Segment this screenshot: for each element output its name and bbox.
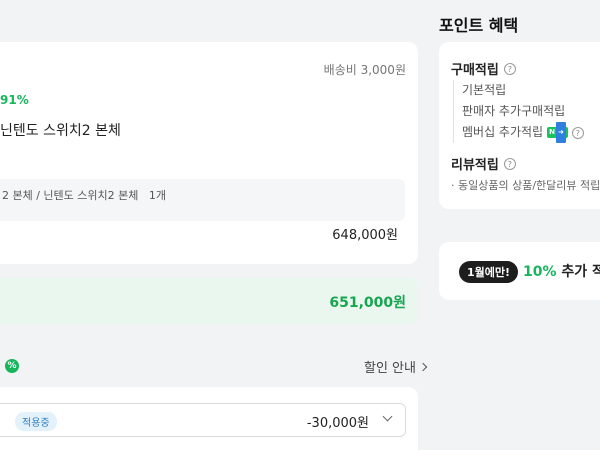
list-item: 판매자 추가구매적립 bbox=[462, 101, 584, 122]
option-text: 2 본체 / 닌텐도 스위치2 본체 1개 bbox=[2, 189, 167, 202]
purchase-points-list: 기본적립 판매자 추가구매적립 멤버십 추가적립 N ➜ ? bbox=[453, 80, 584, 143]
chevron-down-icon[interactable] bbox=[382, 411, 393, 422]
total-amount-bar: 651,000원 bbox=[0, 278, 418, 324]
option-qty: 1개 bbox=[148, 189, 167, 202]
coupon-select[interactable]: 적용중 -30,000원 bbox=[0, 403, 406, 437]
percent-icon: % bbox=[5, 359, 19, 373]
discount-guide-label: 할인 안내 bbox=[364, 361, 416, 376]
item-price: 648,000원 bbox=[332, 228, 398, 243]
shipping-fee: 배송비 3,000원 bbox=[323, 63, 406, 77]
basic-points-label: 기본적립 bbox=[462, 83, 507, 97]
point-benefit-title: 포인트 혜택 bbox=[439, 16, 519, 35]
help-icon[interactable]: ? bbox=[571, 126, 584, 139]
point-benefit-card: 구매적립 ? 기본적립 판매자 추가구매적립 멤버십 추가적립 N ➜ ? 리뷰적… bbox=[439, 42, 600, 209]
coupon-amount: -30,000원 bbox=[306, 416, 369, 431]
list-item: 기본적립 bbox=[462, 80, 584, 101]
list-item: 멤버십 추가적립 N ➜ ? bbox=[462, 122, 584, 143]
discount-guide-link[interactable]: 할인 안내 bbox=[364, 357, 428, 376]
seller-points-label: 판매자 추가구매적립 bbox=[462, 104, 566, 118]
review-points-note: · 동일상품의 상품/한달리뷰 적립 bbox=[451, 179, 600, 192]
promo-highlight: 10% bbox=[523, 264, 557, 280]
chevron-right-icon bbox=[418, 362, 428, 371]
help-icon[interactable]: ? bbox=[503, 157, 516, 170]
promo-pill: 1월에만! bbox=[459, 261, 519, 283]
review-points-label: 리뷰적립 bbox=[451, 158, 499, 173]
applied-badge: 적용중 bbox=[15, 412, 57, 431]
discount-rate: 91% bbox=[0, 93, 29, 107]
arrow-right-icon: ➜ bbox=[555, 122, 566, 143]
naver-membership-badge: N ➜ bbox=[547, 122, 568, 143]
coupon-card: 적용중 -30,000원 bbox=[0, 387, 418, 450]
promo-banner[interactable]: 1월에만! 10% 추가 적립 bbox=[439, 242, 600, 300]
help-icon[interactable]: ? bbox=[503, 62, 516, 75]
promo-text: 10% 추가 적립 bbox=[523, 261, 600, 281]
product-name[interactable]: 닌텐도 스위치2 본체 bbox=[0, 120, 121, 140]
total-price: 651,000원 bbox=[329, 295, 406, 311]
promo-label: 추가 적립 bbox=[561, 264, 600, 280]
membership-points-label: 멤버십 추가적립 bbox=[462, 125, 544, 139]
product-card: 배송비 3,000원 91% 닌텐도 스위치2 본체 2 본체 / 닌텐도 스위… bbox=[0, 42, 418, 264]
purchase-points-heading: 구매적립 ? bbox=[451, 59, 516, 78]
review-points-heading: 리뷰적립 ? bbox=[451, 154, 516, 173]
option-box: 2 본체 / 닌텐도 스위치2 본체 1개 bbox=[0, 179, 405, 221]
purchase-points-label: 구매적립 bbox=[451, 63, 499, 78]
